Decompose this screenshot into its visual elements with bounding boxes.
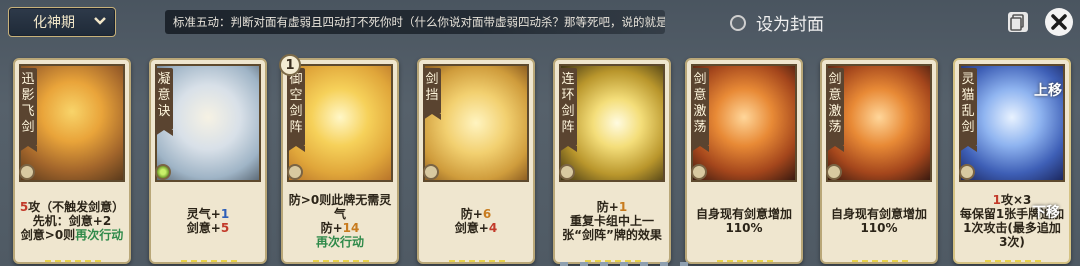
card-bottom-dots bbox=[45, 260, 103, 262]
card-name: 迅影飞剑 bbox=[19, 68, 37, 152]
card-description: 防>0则此牌无需灵气 防+14 再次行动 bbox=[287, 184, 393, 258]
move-down-label[interactable]: 下移 bbox=[1032, 202, 1060, 222]
desc-line: 先机：剑意+2 bbox=[33, 214, 111, 228]
desc-segment: 1 bbox=[220, 207, 230, 221]
desc-segment: 14 bbox=[342, 221, 360, 235]
desc-segment: 4 bbox=[488, 221, 498, 235]
desc-line: 剑意+4 bbox=[455, 221, 497, 235]
desc-segment: 攻×3 bbox=[1000, 193, 1032, 207]
copy-button[interactable] bbox=[1005, 9, 1031, 35]
desc-segment: 剑意+ bbox=[454, 221, 489, 235]
cover-label: 设为封面 bbox=[756, 15, 824, 35]
card-5[interactable]: 连环剑阵防+1 重复卡组中上一张“剑阵”牌的效果 bbox=[553, 58, 671, 264]
desc-segment: 防+ bbox=[460, 207, 483, 221]
desc-segment: 自身现有剑意增加110% bbox=[695, 207, 792, 235]
desc-segment: 灵气+ bbox=[186, 207, 221, 221]
card-bottom-dots bbox=[313, 260, 371, 262]
card-6[interactable]: 剑意激荡自身现有剑意增加110% bbox=[685, 58, 803, 264]
desc-segment: 防>0则此牌无需灵气 bbox=[288, 193, 392, 221]
desc-segment: 防+ bbox=[320, 221, 343, 235]
chevron-down-icon bbox=[93, 15, 107, 29]
set-cover-option[interactable]: 设为封面 bbox=[730, 10, 824, 35]
desc-segment: 1 bbox=[992, 193, 1001, 207]
desc-line: 剑意+5 bbox=[187, 221, 229, 235]
desc-line: 重复卡组中上一张“剑阵”牌的效果 bbox=[559, 214, 665, 242]
desc-segment: 重复卡组中上一张“剑阵”牌的效果 bbox=[562, 214, 662, 242]
stage-label: 化神期 bbox=[33, 15, 75, 31]
card-gem bbox=[423, 164, 439, 180]
card-gem bbox=[19, 164, 35, 180]
card-gem bbox=[691, 164, 707, 180]
card-description: 防+6 剑意+4 bbox=[423, 184, 529, 258]
card-name: 御空剑阵 bbox=[287, 68, 305, 152]
card-gem bbox=[155, 164, 171, 180]
card-name: 灵猫乱剑 bbox=[959, 68, 977, 152]
desc-segment: 自身现有剑意增加110% bbox=[830, 207, 927, 235]
scroll-indicator bbox=[560, 262, 700, 266]
desc-segment: 5 bbox=[220, 221, 230, 235]
level-badge: 1 bbox=[279, 54, 301, 76]
desc-line: 灵气+1 bbox=[187, 207, 229, 221]
desc-segment: 防+ bbox=[596, 200, 619, 214]
cover-radio[interactable] bbox=[730, 14, 746, 31]
close-icon bbox=[1045, 14, 1073, 40]
desc-line: 1攻×3 bbox=[993, 193, 1032, 207]
card-name: 剑意激荡 bbox=[826, 68, 844, 152]
desc-segment: 再次行动 bbox=[75, 228, 124, 242]
card-description: 自身现有剑意增加110% bbox=[691, 184, 797, 258]
desc-segment: 先机：剑意+2 bbox=[32, 214, 112, 228]
card-2[interactable]: 凝意诀灵气+1 剑意+5 bbox=[149, 58, 267, 264]
stage-select[interactable]: 化神期 bbox=[8, 7, 116, 37]
card-description: 自身现有剑意增加110% bbox=[826, 184, 932, 258]
desc-line: 防+1 bbox=[597, 200, 627, 214]
card-gem bbox=[959, 164, 975, 180]
card-gem bbox=[559, 164, 575, 180]
card-name: 凝意诀 bbox=[155, 68, 173, 136]
card-1[interactable]: 迅影飞剑 5攻（不触发剑意） 先机：剑意+2 剑意>0则再次行动 bbox=[13, 58, 131, 264]
desc-segment: 1 bbox=[618, 200, 628, 214]
card-bottom-dots bbox=[181, 260, 239, 262]
desc-line: 自身现有剑意增加110% bbox=[691, 207, 797, 235]
card-bottom-dots bbox=[449, 260, 507, 262]
card-7[interactable]: 剑意激荡自身现有剑意增加110% bbox=[820, 58, 938, 264]
card-gem bbox=[826, 164, 842, 180]
desc-segment: 再次行动 bbox=[315, 235, 364, 249]
card-3[interactable]: 御空剑阵防>0则此牌无需灵气 防+14 再次行动 bbox=[281, 58, 399, 264]
desc-line: 防>0则此牌无需灵气 bbox=[287, 193, 393, 221]
desc-line: 防+6 bbox=[461, 207, 491, 221]
desc-line: 再次行动 bbox=[316, 235, 364, 249]
desc-segment: 5 bbox=[19, 200, 29, 214]
desc-segment: 剑意+ bbox=[186, 221, 221, 235]
card-bottom-dots bbox=[852, 260, 910, 262]
desc-line: 5攻（不触发剑意） bbox=[20, 200, 124, 214]
desc-line: 自身现有剑意增加110% bbox=[826, 207, 932, 235]
card-bottom-dots bbox=[985, 260, 1043, 262]
card-description: 灵气+1 剑意+5 bbox=[155, 184, 261, 258]
card-name: 剑挡 bbox=[423, 68, 441, 120]
card-name: 连环剑阵 bbox=[559, 68, 577, 152]
close-button[interactable] bbox=[1045, 8, 1073, 36]
card-4[interactable]: 剑挡防+6 剑意+4 bbox=[417, 58, 535, 264]
copy-icon bbox=[1005, 12, 1031, 39]
card-bottom-dots bbox=[717, 260, 775, 262]
desc-segment: 剑意>0则 bbox=[20, 228, 76, 242]
desc-segment: 6 bbox=[482, 207, 492, 221]
desc-line: 剑意>0则再次行动 bbox=[21, 228, 123, 242]
move-up-label[interactable]: 上移 bbox=[1034, 80, 1062, 100]
desc-line: 防+14 bbox=[321, 221, 360, 235]
card-description: 防+1 重复卡组中上一张“剑阵”牌的效果 bbox=[559, 184, 665, 258]
strategy-banner: 标准五动：判断对面有虚弱且四动打不死你时（什么你说对面带虚弱四动杀？那等死吧，说… bbox=[165, 10, 665, 34]
card-description: 5攻（不触发剑意） 先机：剑意+2 剑意>0则再次行动 bbox=[19, 184, 125, 258]
card-name: 剑意激荡 bbox=[691, 68, 709, 152]
card-gem bbox=[287, 164, 303, 180]
desc-segment: 攻（不触发剑意） bbox=[28, 200, 125, 214]
